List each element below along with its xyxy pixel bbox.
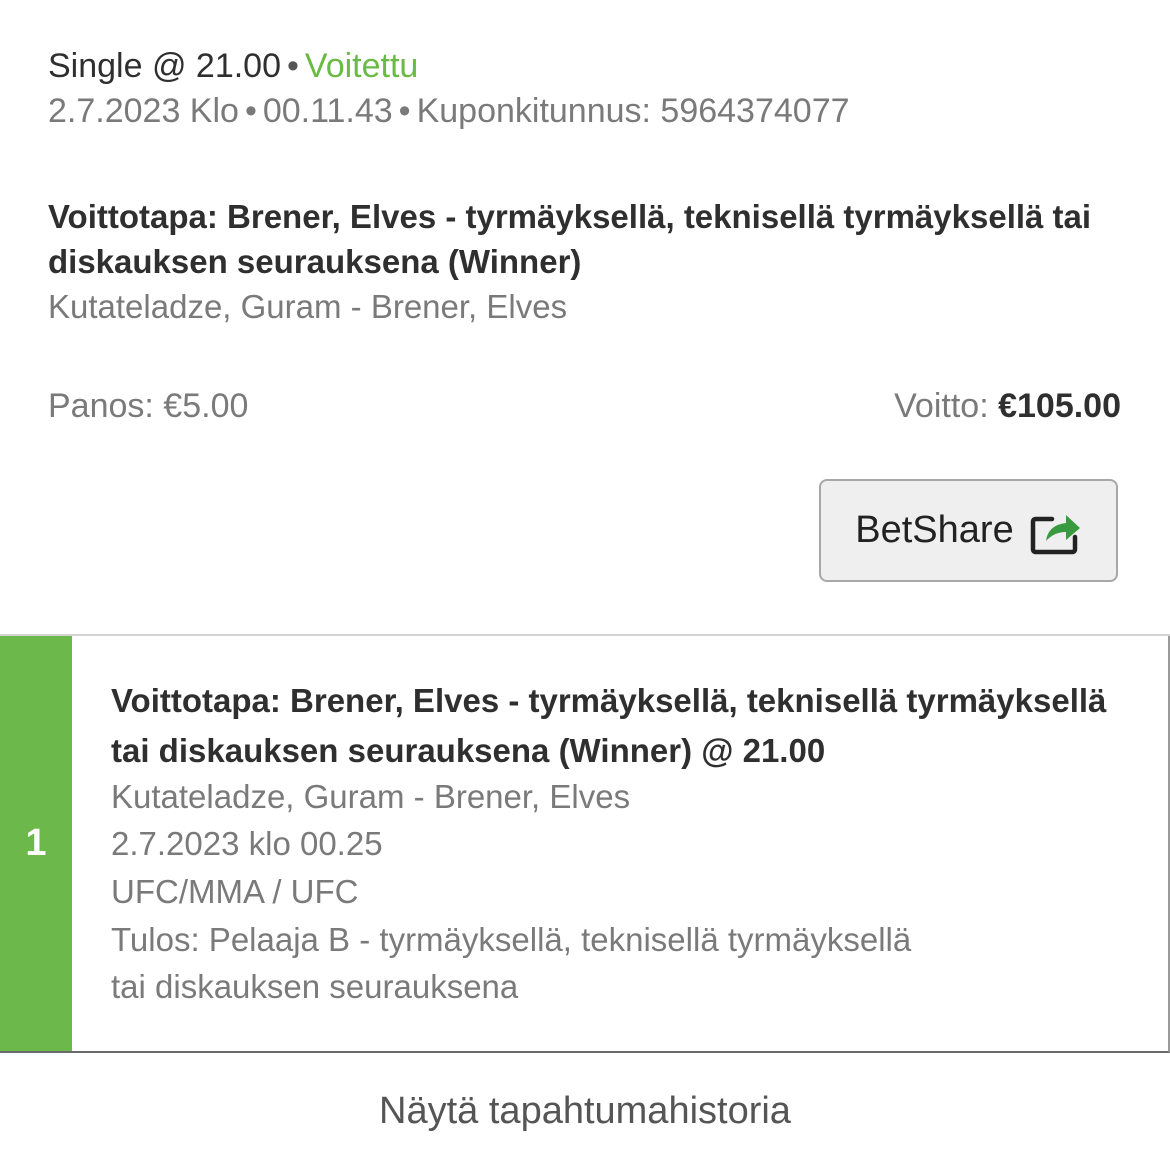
- separator-dot: •: [398, 92, 411, 130]
- coupon-header: Single @ 21.00 • Voitettu: [48, 44, 418, 88]
- share-icon: [1030, 514, 1080, 554]
- selection-index-bar: 1: [0, 636, 72, 1051]
- status-badge: Voitettu: [304, 47, 419, 85]
- betshare-label: BetShare: [855, 509, 1014, 551]
- coupon-summary: Single @ 21.00 • Voitettu 2.7.2023 Klo • 00.…: [0, 0, 1170, 634]
- selection-title: Voittotapa: Brener, Elves - tyrmäyksellä…: [48, 198, 1092, 280]
- selection-card-event: Kutateladze, Guram - Brener, Elves: [111, 778, 631, 815]
- selection-index: 1: [25, 822, 47, 864]
- separator-dot: •: [244, 92, 257, 130]
- selection-card-title: Voittotapa: Brener, Elves - tyrmäyksellä…: [111, 682, 1107, 769]
- stake-amount: Panos: €5.00: [48, 387, 249, 425]
- payout: Voitto: €105.00: [894, 384, 1121, 428]
- coupon-id: Kuponkitunnus: 5964374077: [416, 92, 850, 130]
- payout-label: Voitto:: [894, 387, 989, 425]
- coupon-date: 2.7.2023 Klo: [48, 92, 239, 130]
- bet-type: Single @ 21.00: [48, 47, 282, 85]
- betshare-button[interactable]: BetShare: [819, 479, 1118, 582]
- selection-card-datetime: 2.7.2023 klo 00.25: [111, 825, 383, 862]
- coupon-meta: 2.7.2023 Klo • 00.11.43 • Kuponkitunnus: 596…: [48, 89, 850, 133]
- selection-card-category: UFC/MMA / UFC: [111, 873, 359, 910]
- selection-card: 1 Voittotapa: Brener, Elves - tyrmäyksel…: [0, 636, 1170, 1053]
- selection-card-result: Tulos: Pelaaja B - tyrmäyksellä, teknise…: [111, 921, 912, 958]
- selection-event: Kutateladze, Guram - Brener, Elves: [48, 288, 568, 325]
- separator-dot: •: [287, 47, 299, 85]
- event-history-link[interactable]: Näytä tapahtumahistoria: [0, 1086, 1170, 1136]
- payout-value: €105.00: [998, 387, 1121, 425]
- coupon-time: 00.11.43: [262, 92, 393, 130]
- selection-card-result-cont: tai diskauksen seurauksena: [111, 968, 519, 1005]
